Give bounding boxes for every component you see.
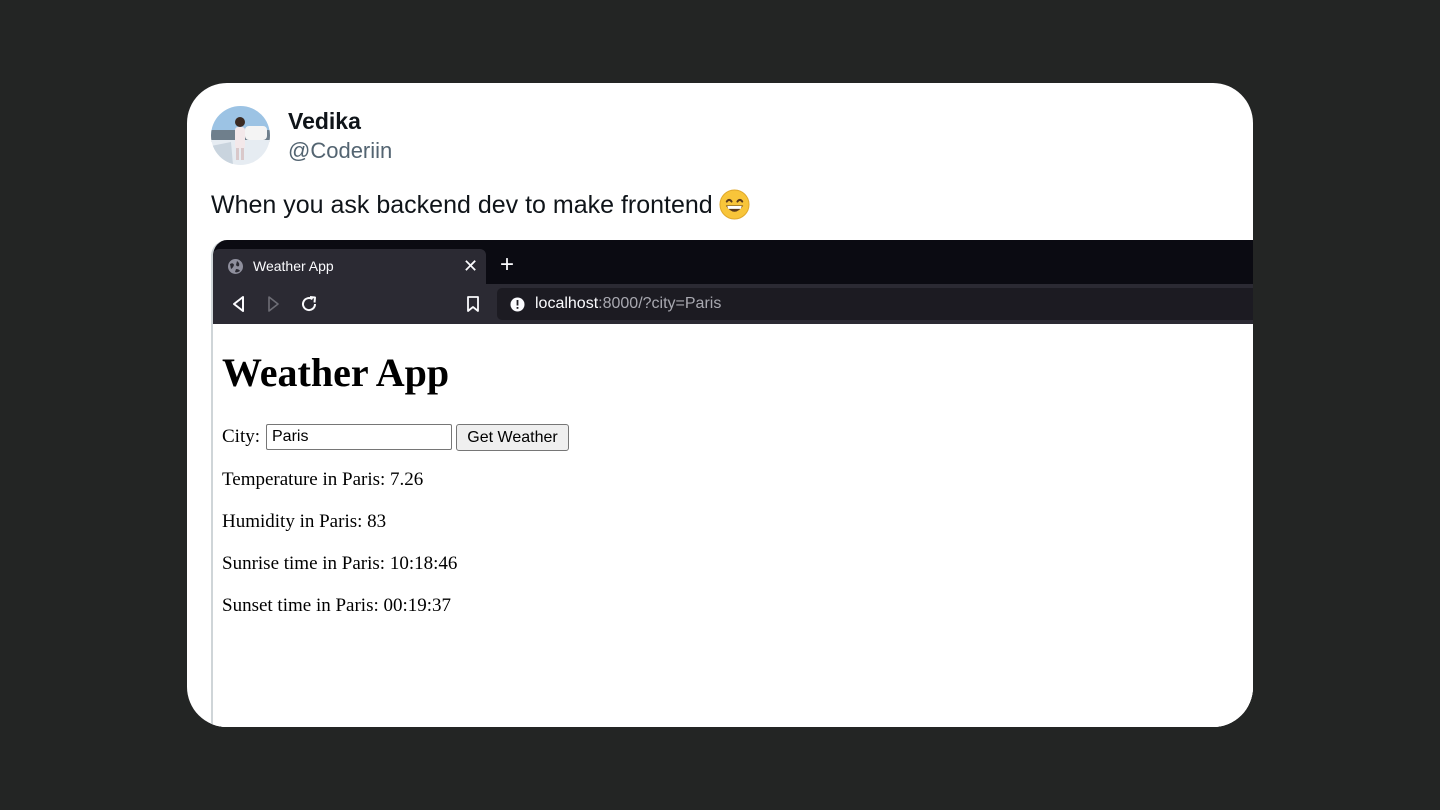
bookmark-icon[interactable] [463,294,483,314]
page-title: Weather App [222,350,450,395]
back-icon[interactable] [229,294,249,314]
city-label: City: [222,426,261,447]
grinning-face-emoji-icon [719,189,750,229]
browser-screenshot: Weather App ✕ + localhost:8000/?city=Par… [211,240,1253,727]
avatar[interactable] [211,106,270,165]
reload-icon[interactable] [299,294,319,314]
sunset-result: Sunset time in Paris: 00:19:37 [222,595,452,616]
new-tab-plus-icon[interactable]: + [500,253,514,277]
browser-tab[interactable]: Weather App ✕ [213,249,486,284]
tweet-card: Vedika @Coderiin When you ask backend de… [187,83,1253,727]
address-bar[interactable]: localhost:8000/?city=Paris [497,288,1253,320]
sunrise-result: Sunrise time in Paris: 10:18:46 [222,553,458,574]
forward-icon[interactable] [263,294,283,314]
humidity-result: Humidity in Paris: 83 [222,511,387,532]
url-path: :8000/?city=Paris [598,295,722,312]
close-icon[interactable]: ✕ [463,257,478,275]
browser-toolbar: localhost:8000/?city=Paris [213,284,1253,324]
webpage-content: Weather App City: Get Weather Temperatur… [213,324,1253,727]
author-name[interactable]: Vedika [288,107,361,135]
tweet-text: When you ask backend dev to make fronten… [211,188,750,229]
author-handle[interactable]: @Coderiin [288,137,392,165]
url-text: localhost:8000/?city=Paris [535,295,721,313]
get-weather-button[interactable]: Get Weather [456,424,569,451]
tab-title: Weather App [253,258,334,274]
temperature-result: Temperature in Paris: 7.26 [222,469,424,490]
url-host: localhost [535,295,599,312]
globe-icon [227,258,244,275]
info-icon[interactable] [510,297,525,312]
tweet-text-content: When you ask backend dev to make fronten… [211,191,713,219]
browser-tabstrip: Weather App ✕ + [213,240,1253,284]
city-input[interactable] [266,424,452,450]
